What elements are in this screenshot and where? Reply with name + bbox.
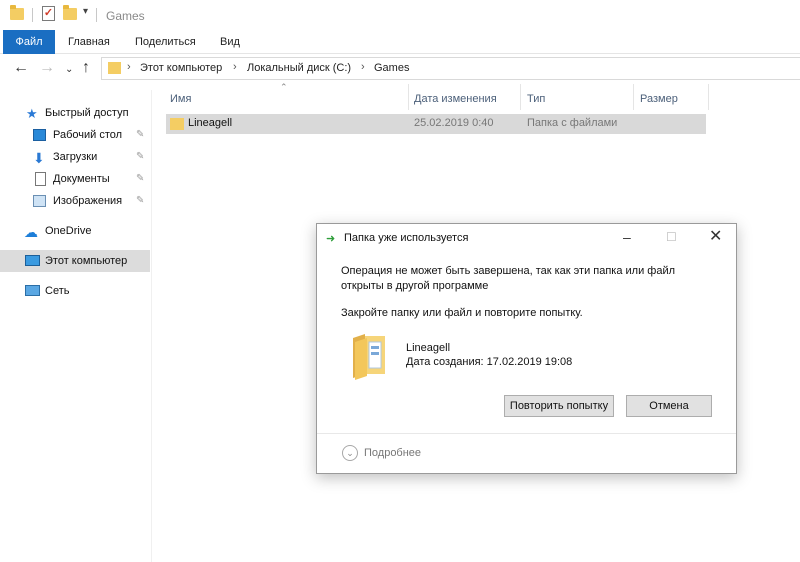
table-row[interactable]: Lineagell 25.02.2019 0:40 Папка с файлам… [166,114,706,134]
column-divider[interactable] [633,84,634,110]
star-icon: ★ [26,106,38,121]
more-details-link[interactable]: Подробнее [364,447,421,459]
hint-message: Закройте папку или файл и повторите попы… [341,307,583,319]
tab-file[interactable]: Файл [3,30,55,54]
sidebar-item-label: Этот компьютер [45,255,128,267]
item-name: Lineagell [406,342,451,354]
move-icon: ➜ [326,233,336,245]
sidebar-item-this-pc[interactable]: Этот компьютер [0,250,150,272]
cloud-icon: ☁ [24,224,38,240]
dialog-footer: ⌄ Подробнее [317,433,736,473]
minimize-icon[interactable]: – [623,229,631,245]
chevron-right-icon[interactable]: › [127,61,131,73]
ribbon: Файл Главная Поделиться Вид [0,30,800,54]
sidebar-item-label: Рабочий стол [53,129,123,141]
sidebar-item-label: Сеть [45,285,70,297]
divider [96,8,97,22]
file-type: Папка с файлами [527,117,618,129]
column-header-modified[interactable]: Дата изменения [414,88,497,110]
sidebar-item-quick-access[interactable]: ★ Быстрый доступ [0,102,150,124]
pin-icon[interactable]: ✎ [136,124,144,146]
properties-icon[interactable]: ✓ [42,6,55,21]
column-header-size[interactable]: Размер [640,88,678,110]
pictures-icon [33,195,46,207]
dialog-title: Папка уже используется [344,232,469,244]
column-header-name[interactable]: Имя [170,88,191,110]
close-icon[interactable]: ✕ [709,229,722,245]
window-title: Games [106,9,145,23]
up-arrow-icon[interactable]: ↑ [82,59,90,77]
chevron-right-icon[interactable]: › [361,61,365,73]
column-divider[interactable] [520,84,521,110]
pin-icon[interactable]: ✎ [136,190,144,212]
navigation-pane: ★ Быстрый доступ Рабочий стол ✎ ⬇ Загруз… [0,90,152,562]
chevron-down-icon[interactable]: ▾ [83,6,88,17]
tab-home[interactable]: Главная [68,30,110,54]
dialog-title-bar[interactable]: ➜ Папка уже используется – ☐ ✕ [317,224,736,253]
title-bar: ✓ ▾ Games [0,0,800,32]
sidebar-item-desktop[interactable]: Рабочий стол ✎ [0,124,150,146]
sidebar-item-onedrive[interactable]: ☁ OneDrive [0,220,150,242]
pin-icon[interactable]: ✎ [136,168,144,190]
folder-icon [108,62,121,74]
chevron-down-icon[interactable]: ⌄ [342,445,358,461]
sidebar-item-pictures[interactable]: Изображения ✎ [0,190,150,212]
network-icon [25,285,40,296]
column-divider[interactable] [708,84,709,110]
column-divider[interactable] [408,84,409,110]
computer-icon [25,255,40,266]
maximize-icon[interactable]: ☐ [666,229,677,245]
sidebar-item-label: Документы [53,173,110,185]
item-created: Дата создания: 17.02.2019 19:08 [406,356,573,368]
sidebar-item-label: Быстрый доступ [45,107,129,119]
sidebar-item-downloads[interactable]: ⬇ Загрузки ✎ [0,146,150,168]
download-icon: ⬇ [33,150,45,166]
sort-ascending-icon: ⌃ [280,82,288,92]
recent-locations-icon[interactable]: ⌄ [65,61,73,79]
folder-icon [170,118,184,130]
sidebar-item-network[interactable]: Сеть [0,280,150,302]
forward-arrow-icon[interactable]: → [39,59,55,77]
chevron-right-icon[interactable]: › [233,61,237,73]
file-modified: 25.02.2019 0:40 [414,117,494,129]
error-message-line2: открыты в другой программе [341,280,489,292]
tab-view[interactable]: Вид [220,30,240,54]
address-bar[interactable]: › Этот компьютер › Локальный диск (C:) ›… [101,57,800,80]
error-message-line1: Операция не может быть завершена, так ка… [341,265,676,277]
pin-icon[interactable]: ✎ [136,146,144,168]
breadcrumb-local-disk[interactable]: Локальный диск (C:) [247,62,351,74]
back-arrow-icon[interactable]: ← [13,59,29,77]
sidebar-item-label: Изображения [53,195,123,207]
retry-button[interactable]: Повторить попытку [504,395,614,417]
cancel-button[interactable]: Отмена [626,395,712,417]
column-header-type[interactable]: Тип [527,88,545,110]
desktop-icon [33,129,46,141]
sidebar-item-documents[interactable]: Документы ✎ [0,168,150,190]
breadcrumb-games[interactable]: Games [374,62,409,74]
tab-share[interactable]: Поделиться [135,30,196,54]
folder-in-use-dialog: ➜ Папка уже используется – ☐ ✕ Операция … [316,223,737,474]
file-name: Lineagell [188,117,233,129]
sidebar-item-label: Загрузки [53,151,98,163]
divider [32,8,33,22]
sidebar-item-label: OneDrive [45,225,92,237]
folder-icon [353,334,385,380]
folder-icon [10,5,24,20]
new-folder-icon[interactable] [63,5,77,20]
documents-icon [35,172,46,186]
breadcrumb-this-pc[interactable]: Этот компьютер [140,62,222,74]
